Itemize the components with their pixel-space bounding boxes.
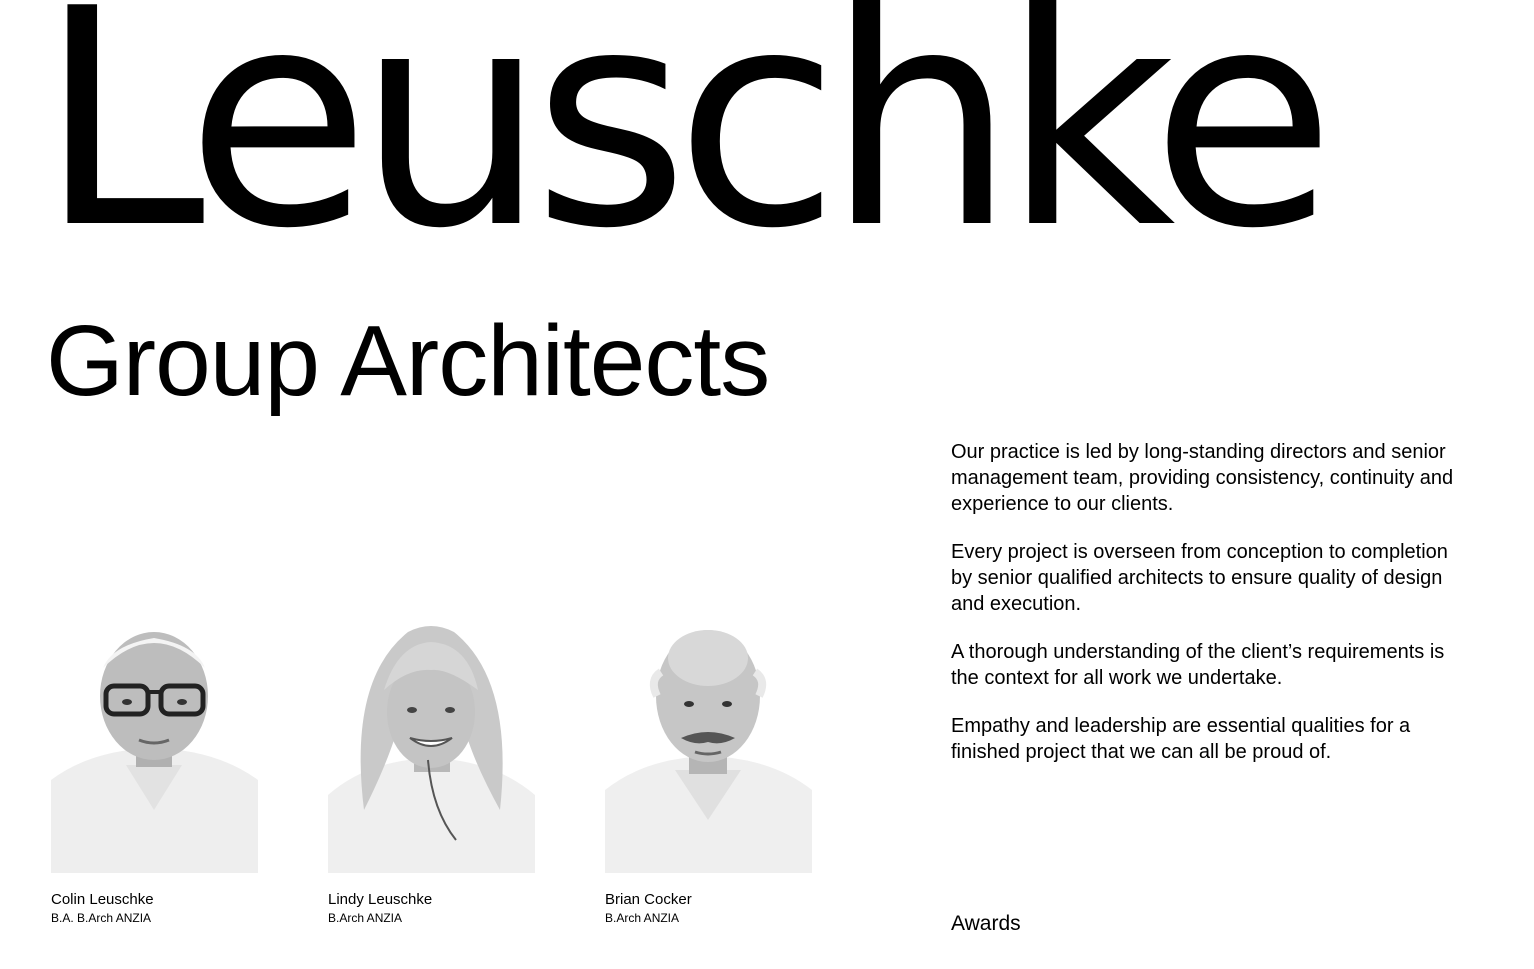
team-member-colin: Colin Leuschke B.A. B.Arch ANZIA [51,620,258,926]
about-paragraph: Our practice is led by long-standing dir… [951,441,1454,515]
member-name: Lindy Leuschke [328,891,433,908]
about-paragraph: Every project is overseen from conceptio… [951,541,1448,615]
team-member-brian: Brian Cocker B.Arch ANZIA [605,620,812,926]
team-section: Colin Leuschke B.A. B.Arch ANZIA Lindy L… [51,620,812,926]
member-credentials: B.A. B.Arch ANZIA [51,911,152,925]
brand-subtitle: Group Architects [46,305,770,417]
member-name: Colin Leuschke [51,891,154,908]
portrait-photo [51,620,258,873]
portrait-photo [328,620,535,873]
team-member-lindy: Lindy Leuschke B.Arch ANZIA [328,620,535,926]
member-credentials: B.Arch ANZIA [328,911,403,925]
portrait-photo [605,620,812,873]
member-credentials: B.Arch ANZIA [605,911,680,925]
about-section: Our practice is led by long-standing dir… [951,439,1461,787]
awards-link[interactable]: Awards [951,910,1021,938]
brand-wordmark: Leuschke [38,0,1336,294]
member-name: Brian Cocker [605,891,692,908]
about-paragraph: A thorough understanding of the client’s… [951,641,1445,689]
about-paragraph: Empathy and leadership are essential qua… [951,715,1411,763]
